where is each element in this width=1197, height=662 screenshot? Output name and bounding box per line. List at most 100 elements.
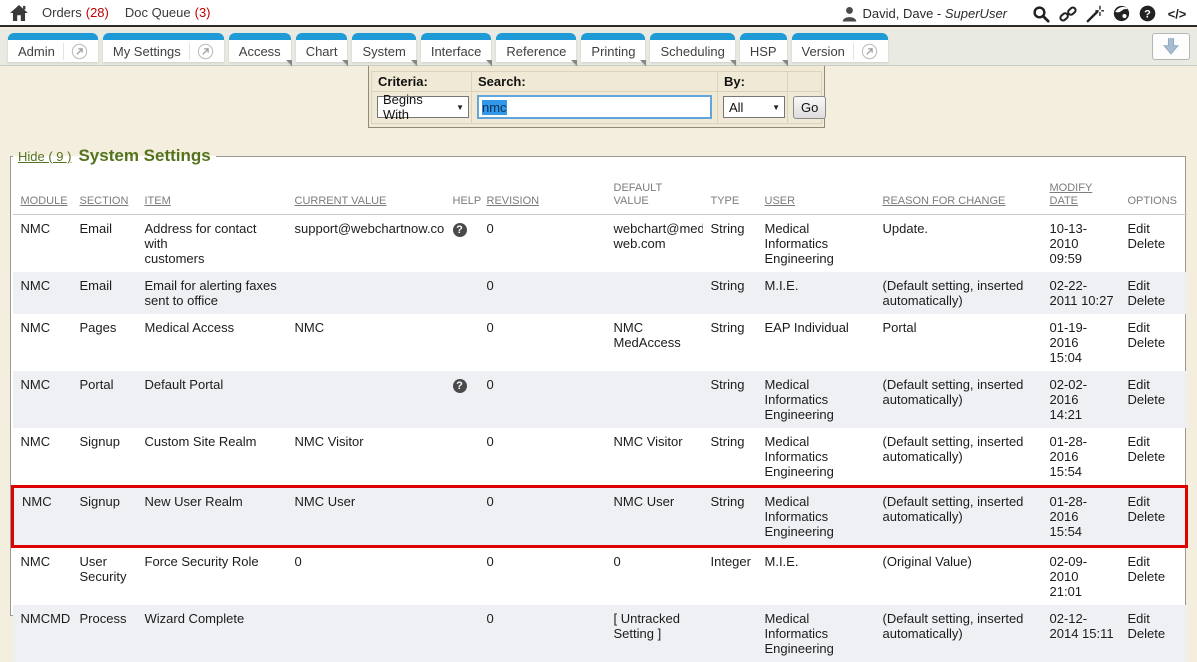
- cell-date: 02-12- 2014 15:11: [1042, 605, 1120, 662]
- cell-current: NMC: [287, 314, 445, 371]
- delete-link[interactable]: Delete: [1128, 293, 1183, 308]
- edit-link[interactable]: Edit: [1128, 434, 1183, 449]
- hide-link[interactable]: Hide ( 9 ): [18, 149, 71, 164]
- column-header-item[interactable]: ITEM: [137, 172, 287, 215]
- tab-my-settings[interactable]: My Settings: [103, 33, 224, 62]
- help-icon[interactable]: ?: [453, 379, 467, 393]
- tab-admin[interactable]: Admin: [8, 33, 98, 62]
- edit-link[interactable]: Edit: [1128, 278, 1183, 293]
- edit-link[interactable]: Edit: [1128, 377, 1183, 392]
- search-icon[interactable]: [1032, 5, 1050, 23]
- settings-legend: Hide ( 9 ) System Settings: [13, 146, 216, 166]
- tab-accent-bar: [496, 33, 576, 40]
- expand-menu-button[interactable]: [1152, 33, 1190, 60]
- link-icon[interactable]: [1059, 5, 1077, 23]
- column-header-type: TYPE: [703, 172, 757, 215]
- topbar-link-orders[interactable]: Orders(28): [42, 5, 109, 20]
- tab-access[interactable]: Access: [229, 33, 291, 62]
- column-header-reason-for-change[interactable]: REASON FOR CHANGE: [875, 172, 1042, 215]
- tab-version[interactable]: Version: [792, 33, 888, 62]
- by-select[interactable]: All ▼: [723, 96, 785, 118]
- cell-user: Medical Informatics Engineering: [757, 428, 875, 487]
- tab-accent-bar: [229, 33, 291, 40]
- tab-menu-fold-icon: [640, 60, 646, 66]
- delete-link[interactable]: Delete: [1128, 449, 1183, 464]
- delete-link[interactable]: Delete: [1128, 392, 1183, 407]
- tab-menu-fold-icon: [571, 60, 577, 66]
- tab-printing[interactable]: Printing: [581, 33, 645, 62]
- column-header-revision[interactable]: REVISION: [479, 172, 606, 215]
- table-row: NMCSignupCustom Site RealmNMC Visitor0NM…: [13, 428, 1187, 487]
- tab-accent-bar: [740, 33, 787, 40]
- wand-icon[interactable]: [1086, 5, 1104, 23]
- cell-options: EditDelete: [1120, 272, 1187, 314]
- column-header-modify-date[interactable]: MODIFY DATE: [1042, 172, 1120, 215]
- search-input-value: nmc: [482, 100, 507, 115]
- edit-link[interactable]: Edit: [1128, 221, 1183, 236]
- tab-interface[interactable]: Interface: [421, 33, 492, 62]
- cell-item: Force Security Role: [137, 547, 287, 606]
- delete-link[interactable]: Delete: [1128, 509, 1182, 524]
- column-header-help: HELP: [445, 172, 479, 215]
- edit-link[interactable]: Edit: [1128, 494, 1182, 509]
- tab-accent-bar: [8, 33, 98, 40]
- cell-item: Email for alerting faxes sent to office: [137, 272, 287, 314]
- tab-accent-bar: [421, 33, 492, 40]
- delete-link[interactable]: Delete: [1128, 569, 1183, 584]
- cell-revision: 0: [479, 371, 606, 428]
- cell-revision: 0: [479, 547, 606, 606]
- tab-reference[interactable]: Reference: [496, 33, 576, 62]
- tab-menu-fold-icon: [411, 60, 417, 66]
- globe-icon[interactable]: [1113, 5, 1130, 22]
- cell-options: EditDelete: [1120, 371, 1187, 428]
- tab-chart[interactable]: Chart: [296, 33, 348, 62]
- cell-default_value: [606, 371, 703, 428]
- tab-scheduling[interactable]: Scheduling: [650, 33, 734, 62]
- edit-link[interactable]: Edit: [1128, 611, 1183, 626]
- column-header-current-value[interactable]: CURRENT VALUE: [287, 172, 445, 215]
- tab-label: My Settings: [113, 44, 181, 59]
- table-row: NMCMDProcessWizard Complete0[ Untracked …: [13, 605, 1187, 662]
- cell-module: NMC: [13, 314, 72, 371]
- tab-menu-fold-icon: [730, 60, 736, 66]
- cell-section: Email: [72, 215, 137, 273]
- cell-reason: (Default setting, inserted automatically…: [875, 605, 1042, 662]
- help-icon[interactable]: ?: [1139, 5, 1156, 22]
- tab-accent-bar: [352, 33, 415, 40]
- cell-section: Pages: [72, 314, 137, 371]
- edit-link[interactable]: Edit: [1128, 320, 1183, 335]
- tab-accent-bar: [650, 33, 734, 40]
- column-header-module[interactable]: MODULE: [13, 172, 72, 215]
- table-header-row: MODULESECTIONITEMCURRENT VALUEHELPREVISI…: [13, 172, 1187, 215]
- cell-module: NMC: [13, 272, 72, 314]
- tab-hsp[interactable]: HSP: [740, 33, 787, 62]
- cell-user: EAP Individual: [757, 314, 875, 371]
- tab-system[interactable]: System: [352, 33, 415, 62]
- cell-item: Medical Access: [137, 314, 287, 371]
- cell-options: EditDelete: [1120, 487, 1187, 547]
- table-row: NMCUser SecurityForce Security Role000In…: [13, 547, 1187, 606]
- cell-current: [287, 605, 445, 662]
- cell-default_value: 0: [606, 547, 703, 606]
- go-button[interactable]: Go: [793, 96, 826, 119]
- criteria-select[interactable]: Begins With ▼: [377, 96, 469, 118]
- cell-date: 02-09- 2010 21:01: [1042, 547, 1120, 606]
- tab-menu-fold-icon: [782, 60, 788, 66]
- cell-type: String: [703, 272, 757, 314]
- cell-type: String: [703, 215, 757, 273]
- column-header-user[interactable]: USER: [757, 172, 875, 215]
- help-icon[interactable]: ?: [453, 223, 467, 237]
- cell-help: ?: [445, 371, 479, 428]
- delete-link[interactable]: Delete: [1128, 236, 1183, 251]
- column-header-section[interactable]: SECTION: [72, 172, 137, 215]
- delete-link[interactable]: Delete: [1128, 626, 1183, 641]
- search-input[interactable]: nmc: [477, 95, 712, 119]
- delete-link[interactable]: Delete: [1128, 335, 1183, 350]
- cell-current: 0: [287, 547, 445, 606]
- cell-module: NMC: [13, 215, 72, 273]
- code-icon[interactable]: </>: [1165, 6, 1189, 22]
- cell-reason: (Default setting, inserted automatically…: [875, 428, 1042, 487]
- edit-link[interactable]: Edit: [1128, 554, 1183, 569]
- home-icon[interactable]: [10, 5, 28, 21]
- topbar-link-doc-queue[interactable]: Doc Queue(3): [125, 5, 211, 20]
